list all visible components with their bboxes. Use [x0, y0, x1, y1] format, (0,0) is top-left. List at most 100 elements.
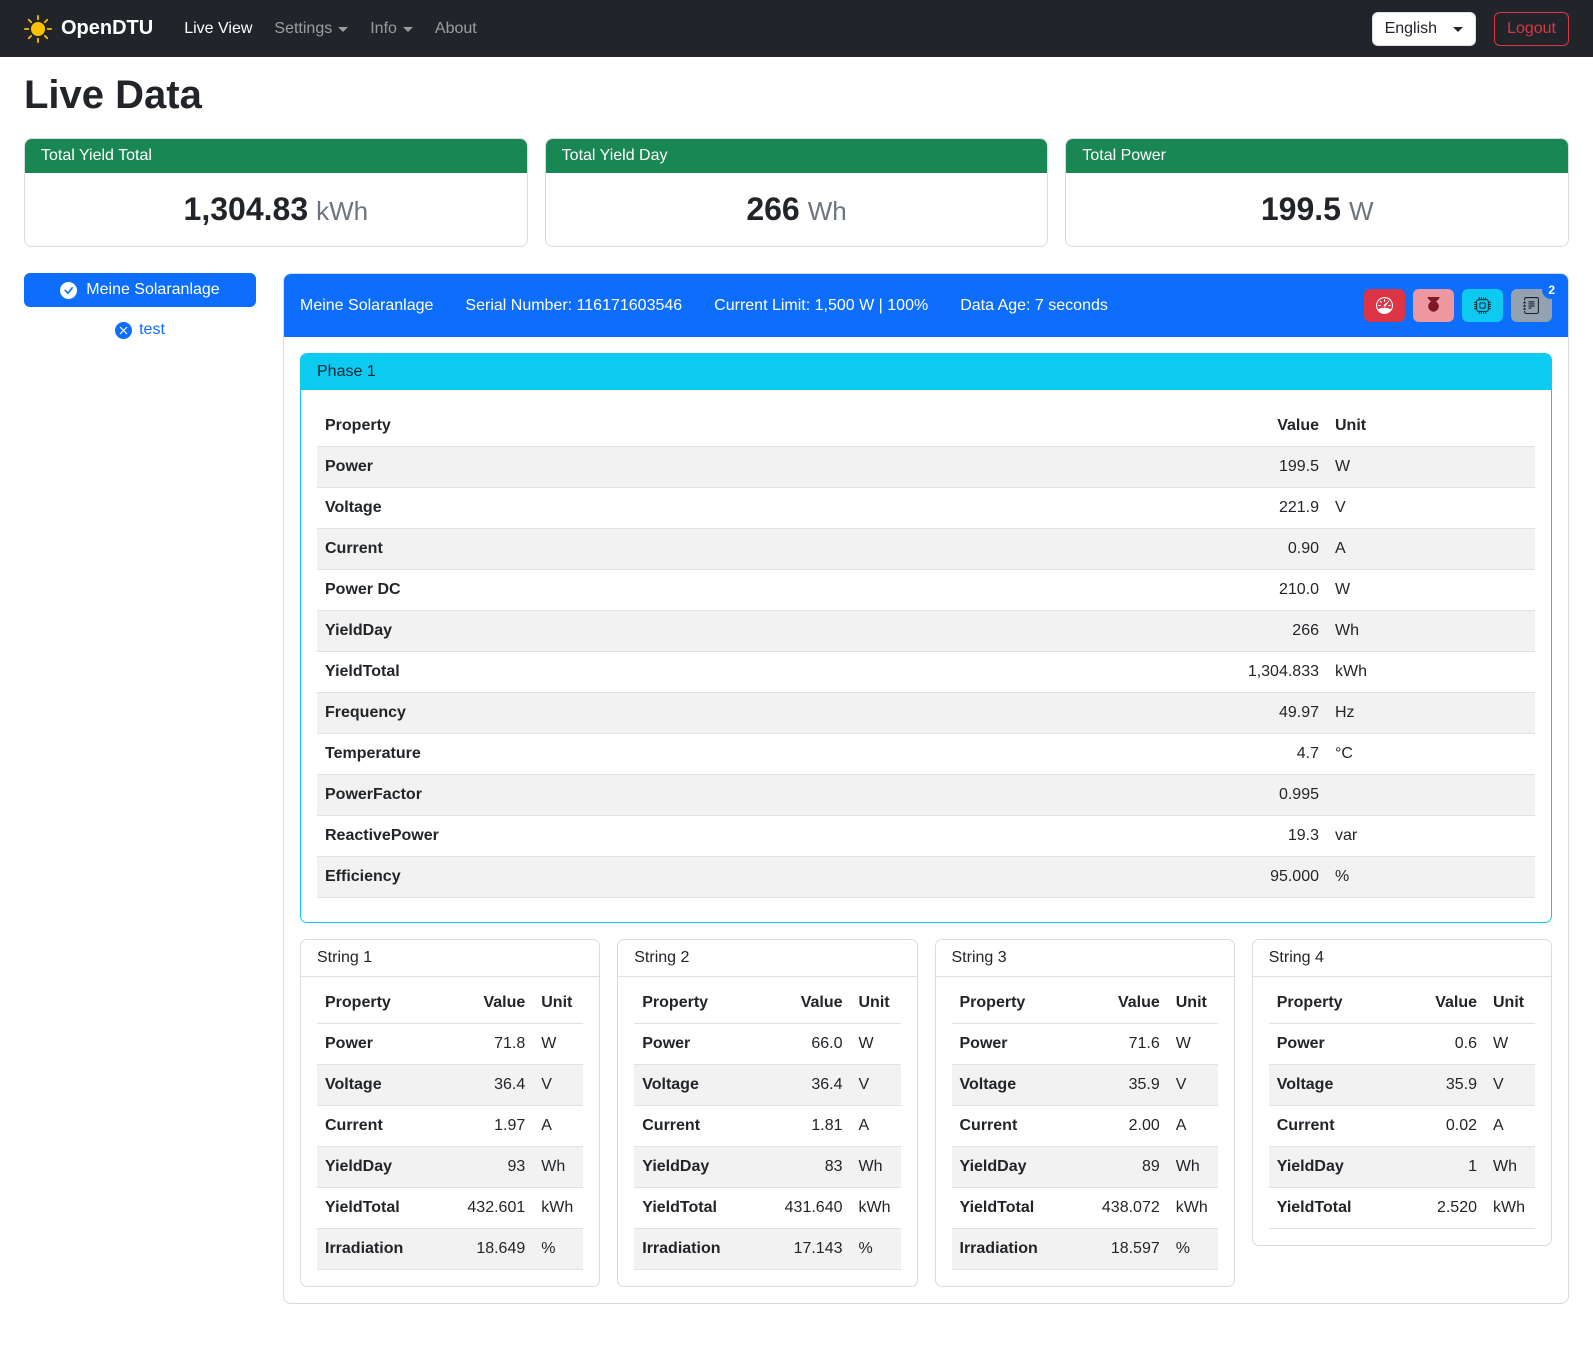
- row-unit: V: [1168, 1065, 1218, 1106]
- row-property: Voltage: [1269, 1065, 1403, 1106]
- string-table-body: Power 66.0 W Voltage 36.4 V Current 1.81…: [634, 1024, 900, 1270]
- table-row: PowerFactor 0.995: [317, 775, 1535, 816]
- row-unit: W: [1485, 1024, 1535, 1065]
- column-value: Value: [451, 983, 533, 1024]
- table-row: Power DC 210.0 W: [317, 570, 1535, 611]
- row-unit: °C: [1327, 734, 1535, 775]
- string-table-body: Power 71.8 W Voltage 36.4 V Current 1.97…: [317, 1024, 583, 1270]
- brand[interactable]: OpenDTU: [24, 15, 153, 43]
- inverter-button-meine-solaranlage[interactable]: Meine Solaranlage: [24, 273, 256, 307]
- summary-card-unit: W: [1349, 196, 1374, 226]
- column-value: Value: [1403, 983, 1485, 1024]
- table-row: Frequency 49.97 Hz: [317, 693, 1535, 734]
- nav-item-about[interactable]: About: [424, 12, 488, 46]
- check-circle-icon: [60, 282, 77, 299]
- string-table: Property Value Unit Power 71.8 W Voltage…: [317, 983, 583, 1270]
- event-count-badge: 2: [1542, 281, 1561, 299]
- column-value: Value: [1177, 406, 1327, 447]
- table-row: Current 1.81 A: [634, 1106, 900, 1147]
- nav-item-settings[interactable]: Settings: [263, 12, 359, 46]
- row-property: YieldTotal: [317, 1188, 451, 1229]
- nav-item-label: Info: [370, 20, 397, 38]
- row-unit: Hz: [1327, 693, 1535, 734]
- row-unit: %: [533, 1229, 583, 1270]
- row-value: 199.5: [1177, 447, 1327, 488]
- summary-card-title: Total Yield Day: [546, 139, 1048, 173]
- row-unit: Wh: [1327, 611, 1535, 652]
- table-row: Voltage 35.9 V: [952, 1065, 1218, 1106]
- inverter-panel-body: Phase 1 Property Value Unit Power 1: [284, 337, 1568, 1303]
- row-unit: kWh: [1168, 1188, 1218, 1229]
- table-header-row: Property Value Unit: [317, 983, 583, 1024]
- brand-label: OpenDTU: [61, 17, 153, 40]
- limit-settings-button[interactable]: [1364, 289, 1405, 322]
- row-value: 93: [451, 1147, 533, 1188]
- table-row: Current 0.90 A: [317, 529, 1535, 570]
- row-value: 71.8: [451, 1024, 533, 1065]
- row-unit: %: [1168, 1229, 1218, 1270]
- language-select[interactable]: English: [1372, 12, 1476, 46]
- inverter-data-age: Data Age: 7 seconds: [960, 297, 1108, 315]
- row-property: YieldTotal: [952, 1188, 1086, 1229]
- inverter-button-label: test: [139, 321, 165, 339]
- table-row: Voltage 35.9 V: [1269, 1065, 1535, 1106]
- row-unit: V: [1327, 488, 1535, 529]
- table-row: Irradiation 18.597 %: [952, 1229, 1218, 1270]
- string-table-body: Power 71.6 W Voltage 35.9 V Current 2.00…: [952, 1024, 1218, 1270]
- row-property: YieldTotal: [634, 1188, 768, 1229]
- row-value: 83: [769, 1147, 851, 1188]
- row-property: Efficiency: [317, 857, 1177, 898]
- phase-table: Property Value Unit Power 199.5 W Voltag…: [317, 406, 1535, 898]
- string-title: String 4: [1253, 940, 1551, 977]
- string-card: String 3 Property Value Unit Power 71.6 …: [935, 939, 1235, 1287]
- table-row: Power 71.6 W: [952, 1024, 1218, 1065]
- string-table: Property Value Unit Power 66.0 W Voltage…: [634, 983, 900, 1270]
- nav-item-info[interactable]: Info: [359, 12, 424, 46]
- event-log-button[interactable]: 2: [1511, 289, 1552, 322]
- column-unit: Unit: [533, 983, 583, 1024]
- row-value: 95.000: [1177, 857, 1327, 898]
- string-table: Property Value Unit Power 0.6 W Voltage …: [1269, 983, 1535, 1229]
- row-value: 0.02: [1403, 1106, 1485, 1147]
- row-unit: W: [533, 1024, 583, 1065]
- device-info-button[interactable]: [1462, 289, 1503, 322]
- row-unit: W: [1327, 447, 1535, 488]
- string-card: String 2 Property Value Unit Power 66.0 …: [617, 939, 917, 1287]
- summary-card-value: 199.5: [1261, 191, 1341, 227]
- table-header-row: Property Value Unit: [1269, 983, 1535, 1024]
- row-unit: W: [1168, 1024, 1218, 1065]
- summary-card-yield-total: Total Yield Total 1,304.83kWh: [24, 138, 528, 247]
- table-row: YieldDay 266 Wh: [317, 611, 1535, 652]
- inverter-name: Meine Solaranlage: [300, 297, 433, 315]
- speedometer-icon: [1376, 297, 1393, 314]
- row-property: YieldDay: [317, 611, 1177, 652]
- logout-button[interactable]: Logout: [1494, 12, 1569, 46]
- table-row: YieldDay 83 Wh: [634, 1147, 900, 1188]
- row-value: 49.97: [1177, 693, 1327, 734]
- inverter-button-test[interactable]: test: [109, 320, 171, 340]
- row-unit: V: [1485, 1065, 1535, 1106]
- table-header-row: Property Value Unit: [317, 406, 1535, 447]
- row-property: Voltage: [317, 488, 1177, 529]
- nav-item-live-view[interactable]: Live View: [173, 12, 263, 46]
- table-row: YieldTotal 438.072 kWh: [952, 1188, 1218, 1229]
- row-unit: A: [851, 1106, 901, 1147]
- table-row: YieldDay 93 Wh: [317, 1147, 583, 1188]
- column-property: Property: [634, 983, 768, 1024]
- table-header-row: Property Value Unit: [634, 983, 900, 1024]
- row-property: Irradiation: [317, 1229, 451, 1270]
- nav-links: Live View Settings Info About: [173, 12, 488, 46]
- row-property: YieldDay: [317, 1147, 451, 1188]
- row-property: Irradiation: [634, 1229, 768, 1270]
- language-value: English: [1385, 20, 1437, 38]
- row-unit: kWh: [1485, 1188, 1535, 1229]
- column-unit: Unit: [1168, 983, 1218, 1024]
- row-property: ReactivePower: [317, 816, 1177, 857]
- power-settings-button[interactable]: [1413, 289, 1454, 322]
- row-unit: A: [1327, 529, 1535, 570]
- chevron-down-icon: [1453, 27, 1463, 32]
- row-property: Irradiation: [952, 1229, 1086, 1270]
- table-row: YieldTotal 431.640 kWh: [634, 1188, 900, 1229]
- row-property: YieldTotal: [317, 652, 1177, 693]
- row-value: 0.995: [1177, 775, 1327, 816]
